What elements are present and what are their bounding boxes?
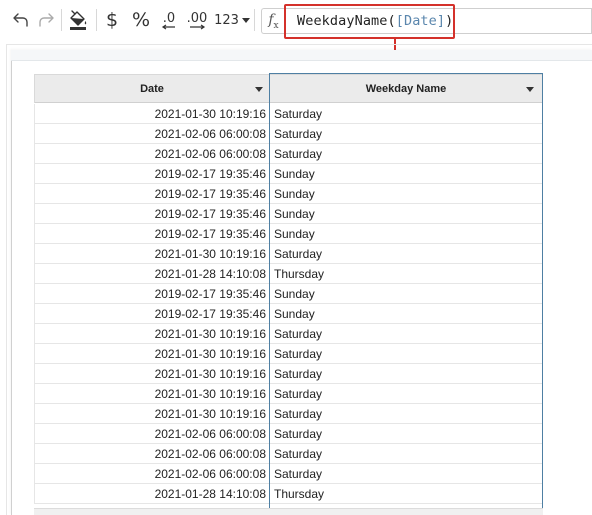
date-cell[interactable]: 2021-01-28 14:10:08 — [34, 264, 269, 284]
percent-format-button[interactable]: % — [129, 8, 153, 32]
table-row[interactable]: 2019-02-17 19:35:46 Sunday — [34, 204, 543, 224]
number-format-dropdown[interactable]: 123 — [214, 8, 250, 32]
number-format-label: 123 — [214, 12, 239, 28]
table-row[interactable]: 2021-01-30 10:19:16 Saturday — [34, 244, 543, 264]
decrease-decimals-button[interactable]: .0 — [158, 8, 180, 32]
percent-label: % — [131, 9, 151, 31]
date-cell[interactable]: 2021-01-30 10:19:16 — [34, 104, 269, 124]
column-menu-caret-icon[interactable] — [255, 87, 263, 92]
date-cell[interactable]: 2021-01-30 10:19:16 — [34, 244, 269, 264]
redo-arrow-icon — [39, 13, 54, 27]
chevron-down-icon — [241, 17, 250, 23]
date-cell[interactable]: 2021-02-06 06:00:08 — [34, 124, 269, 144]
toolbar-divider — [254, 9, 255, 31]
weekday-name-cell[interactable]: Saturday — [269, 464, 543, 484]
weekday-name-cell[interactable]: Saturday — [269, 144, 543, 164]
weekday-name-cell[interactable]: Sunday — [269, 284, 543, 304]
column-menu-caret-icon[interactable] — [526, 87, 534, 92]
date-cell[interactable]: 2019-02-17 19:35:46 — [34, 284, 269, 304]
date-cell[interactable]: 2021-02-06 06:00:08 — [34, 464, 269, 484]
toolbar-divider — [96, 9, 97, 31]
table-row[interactable]: 2021-01-28 14:10:08 Thursday — [34, 484, 543, 504]
date-cell[interactable]: 2021-02-06 06:00:08 — [34, 444, 269, 464]
table-row[interactable]: 2021-01-30 10:19:16 Saturday — [34, 364, 543, 384]
weekday-name-cell[interactable]: Saturday — [269, 344, 543, 364]
weekday-name-cell[interactable]: Saturday — [269, 124, 543, 144]
formula-function: WeekdayName( — [297, 13, 396, 29]
weekday-name-cell[interactable]: Saturday — [269, 404, 543, 424]
weekday-name-cell[interactable]: Sunday — [269, 224, 543, 244]
table-row[interactable]: 2021-02-06 06:00:08 Saturday — [34, 124, 543, 144]
date-cell[interactable]: 2021-01-30 10:19:16 — [34, 404, 269, 424]
fx-icon: fx — [268, 12, 278, 31]
table-row[interactable]: 2021-02-06 06:00:08 Saturday — [34, 464, 543, 484]
table-scrollbar[interactable] — [34, 508, 543, 515]
arrow-left-icon — [161, 24, 175, 29]
table-row[interactable]: 2021-01-28 14:10:08 Thursday — [34, 264, 543, 284]
redo-button[interactable] — [35, 8, 57, 32]
undo-arrow-icon — [13, 13, 28, 27]
weekday-name-cell[interactable]: Saturday — [269, 104, 543, 124]
formula-text[interactable]: WeekdayName([Date]) — [297, 13, 453, 29]
date-cell[interactable]: 2019-02-17 19:35:46 — [34, 224, 269, 244]
date-cell[interactable]: 2019-02-17 19:35:46 — [34, 204, 269, 224]
date-cell[interactable]: 2021-01-30 10:19:16 — [34, 344, 269, 364]
increase-decimals-button[interactable]: .00 — [184, 8, 210, 32]
weekday-name-cell[interactable]: Saturday — [269, 424, 543, 444]
date-cell[interactable]: 2019-02-17 19:35:46 — [34, 304, 269, 324]
table-row[interactable]: 2021-01-30 10:19:16 Saturday — [34, 104, 543, 124]
fill-color-button[interactable] — [65, 8, 91, 32]
weekday-name-cell[interactable]: Sunday — [269, 204, 543, 224]
table-row[interactable]: 2019-02-17 19:35:46 Sunday — [34, 304, 543, 324]
table-row[interactable]: 2021-01-30 10:19:16 Saturday — [34, 384, 543, 404]
table-header: Date Weekday Name — [34, 74, 543, 103]
undo-button[interactable] — [9, 8, 33, 32]
formula-argument: [Date] — [395, 13, 446, 29]
table-row[interactable]: 2021-02-06 06:00:08 Saturday — [34, 144, 543, 164]
table-row[interactable]: 2019-02-17 19:35:46 Sunday — [34, 284, 543, 304]
currency-format-button[interactable]: $ — [102, 8, 122, 32]
column-header-date[interactable]: Date — [34, 75, 269, 103]
weekday-name-cell[interactable]: Saturday — [269, 324, 543, 344]
table-body: 2021-01-30 10:19:16 Saturday 2021-02-06 06… — [34, 104, 543, 504]
table-row[interactable]: 2019-02-17 19:35:46 Sunday — [34, 164, 543, 184]
toolbar-divider — [61, 9, 62, 31]
table-row[interactable]: 2019-02-17 19:35:46 Sunday — [34, 184, 543, 204]
table-row[interactable]: 2019-02-17 19:35:46 Sunday — [34, 224, 543, 244]
date-cell[interactable]: 2021-01-30 10:19:16 — [34, 384, 269, 404]
function-button[interactable]: fx — [261, 8, 285, 34]
paint-bucket-icon — [70, 10, 87, 30]
column-header-label: Weekday Name — [365, 83, 447, 95]
table-row[interactable]: 2021-02-06 06:00:08 Saturday — [34, 424, 543, 444]
currency-label: $ — [105, 9, 119, 31]
weekday-name-cell[interactable]: Saturday — [269, 364, 543, 384]
table-row[interactable]: 2021-01-30 10:19:16 Saturday — [34, 344, 543, 364]
weekday-name-cell[interactable]: Saturday — [269, 244, 543, 264]
formula-close-paren: ) — [445, 13, 454, 29]
fx-subscript: x — [273, 20, 279, 31]
table-row[interactable]: 2021-01-30 10:19:16 Saturday — [34, 324, 543, 344]
date-cell[interactable]: 2019-02-17 19:35:46 — [34, 184, 269, 204]
weekday-name-cell[interactable]: Sunday — [269, 304, 543, 324]
table-row[interactable]: 2021-01-30 10:19:16 Saturday — [34, 404, 543, 424]
weekday-name-cell[interactable]: Sunday — [269, 184, 543, 204]
date-cell[interactable]: 2021-01-30 10:19:16 — [34, 364, 269, 384]
date-cell[interactable]: 2021-01-30 10:19:16 — [34, 324, 269, 344]
weekday-name-cell[interactable]: Saturday — [269, 444, 543, 464]
date-cell[interactable]: 2021-02-06 06:00:08 — [34, 144, 269, 164]
canvas-top-strip — [11, 50, 592, 61]
weekday-name-cell[interactable]: Saturday — [269, 384, 543, 404]
date-cell[interactable]: 2021-02-06 06:00:08 — [34, 424, 269, 444]
date-cell[interactable]: 2019-02-17 19:35:46 — [34, 164, 269, 184]
column-header-label: Date — [140, 83, 164, 95]
table-row[interactable]: 2021-02-06 06:00:08 Saturday — [34, 444, 543, 464]
arrow-right-icon — [190, 24, 206, 29]
weekday-name-cell[interactable]: Thursday — [269, 264, 543, 284]
column-header-weekday-name[interactable]: Weekday Name — [269, 75, 543, 103]
date-cell[interactable]: 2021-01-28 14:10:08 — [34, 484, 269, 504]
weekday-name-cell[interactable]: Thursday — [269, 484, 543, 504]
weekday-name-cell[interactable]: Sunday — [269, 164, 543, 184]
